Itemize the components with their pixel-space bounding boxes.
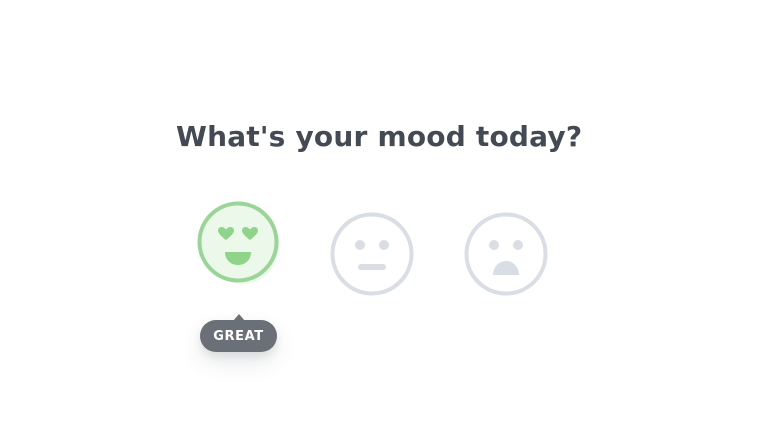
neutral-face-icon xyxy=(330,212,414,296)
mood-tooltip: GREAT xyxy=(200,314,277,352)
mood-picker: What's your mood today? GREAT xyxy=(0,0,758,430)
mood-question: What's your mood today? xyxy=(176,120,583,153)
mood-neutral-button[interactable] xyxy=(330,212,414,296)
tooltip-label: GREAT xyxy=(213,328,264,344)
mood-great-button[interactable] xyxy=(196,200,280,284)
sad-face-icon xyxy=(464,212,548,296)
love-eyes-face-icon xyxy=(197,201,279,284)
mood-sad-button[interactable] xyxy=(464,212,548,296)
tooltip-arrow xyxy=(232,314,245,321)
